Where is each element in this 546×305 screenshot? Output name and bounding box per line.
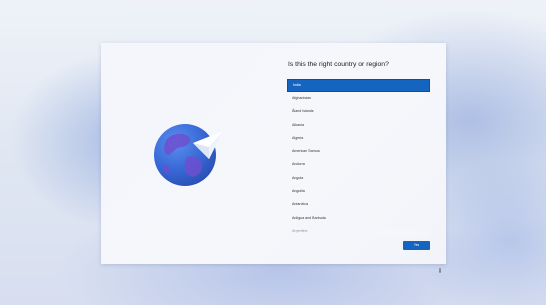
globe-with-paper-plane-icon xyxy=(154,124,223,186)
accessibility-icon[interactable] xyxy=(438,268,442,273)
region-option[interactable]: Afghanistan xyxy=(287,92,430,105)
yes-button[interactable]: Yes xyxy=(403,241,430,250)
list-scroll-fade xyxy=(287,227,430,235)
region-option[interactable]: Angola xyxy=(287,172,430,185)
region-option[interactable]: Andorra xyxy=(287,158,430,171)
region-option[interactable]: American Samoa xyxy=(287,145,430,158)
region-option[interactable]: Algeria xyxy=(287,132,430,145)
region-option[interactable]: Antarctica xyxy=(287,198,430,211)
region-option[interactable]: India xyxy=(287,79,430,92)
setup-dialog: Is this the right country or region? Ind… xyxy=(101,43,446,264)
region-option[interactable]: Anguilla xyxy=(287,185,430,198)
region-option[interactable]: Albania xyxy=(287,119,430,132)
page-title: Is this the right country or region? xyxy=(288,61,389,68)
region-option[interactable]: Antigua and Barbuda xyxy=(287,212,430,225)
region-option[interactable]: Åland Islands xyxy=(287,105,430,118)
